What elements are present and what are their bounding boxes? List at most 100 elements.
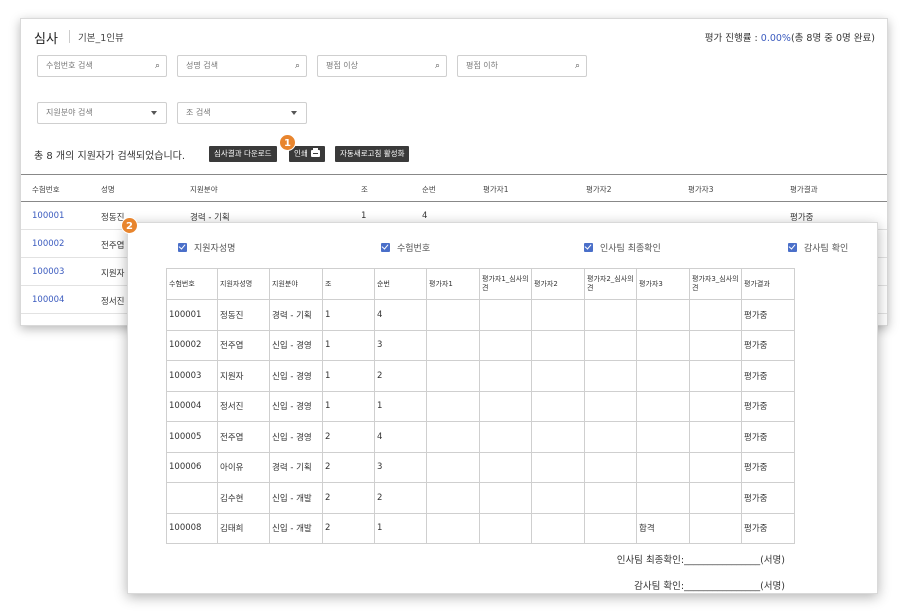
print-table-cell: 1 <box>322 390 375 422</box>
field-select[interactable]: 지원분야 검색 <box>37 102 167 124</box>
print-preview-panel: 지원자성명 수험번호 인사팀 최종확인 감사팀 확인 수험번호 지원자성명 지원… <box>127 222 878 594</box>
col-evaluator3[interactable]: 평가자3 <box>688 184 713 195</box>
download-results-button[interactable]: 심사결과 다운로드 <box>209 146 277 162</box>
hr-signature-line: 인사팀 최종확인:________________(서명) <box>616 555 785 566</box>
print-table-cell: 평가중 <box>741 512 795 544</box>
print-table-cell <box>689 390 742 422</box>
group-select[interactable]: 조 검색 <box>177 102 307 124</box>
print-table-cell <box>479 482 532 514</box>
applicant-name: 지원자 <box>101 269 125 279</box>
print-table-cell: 신입 - 개발 <box>269 512 323 544</box>
checkbox-checked-icon[interactable] <box>381 243 390 252</box>
col-exam-no[interactable]: 수험번호 <box>32 184 60 195</box>
print-label: 인쇄 <box>294 149 308 158</box>
checkbox-applicant-name[interactable]: 지원자성명 <box>178 241 235 254</box>
search-icon[interactable]: ⌕ <box>155 56 160 76</box>
col-name[interactable]: 성명 <box>101 184 115 195</box>
auto-refresh-button[interactable]: 자동새로고침 활성화 <box>335 146 410 162</box>
print-table-cell: 100004 <box>166 390 218 422</box>
col-group[interactable]: 조 <box>361 184 368 195</box>
print-table-cell <box>531 299 585 331</box>
col-order[interactable]: 순번 <box>422 184 436 195</box>
print-table-cell: 100003 <box>166 360 218 392</box>
checkbox-hr-final[interactable]: 인사팀 최종확인 <box>584 241 661 254</box>
exam-no-link[interactable]: 100004 <box>32 295 64 305</box>
checkbox-checked-icon[interactable] <box>788 243 797 252</box>
print-table-cell: 전주엽 <box>217 329 270 361</box>
print-table-cell <box>426 482 480 514</box>
checkbox-label: 인사팀 최종확인 <box>600 244 661 254</box>
print-table-cell <box>636 299 690 331</box>
print-table-cell: 평가중 <box>741 329 795 361</box>
print-table-cell <box>531 390 585 422</box>
name-search-input[interactable]: 성명 검색 ⌕ <box>177 55 307 77</box>
print-button[interactable]: 인쇄 <box>289 146 325 162</box>
print-table-row: 100001 정동진 경력 - 기획 1 4 평가중 <box>166 299 795 331</box>
print-table-cell: 4 <box>374 421 427 453</box>
print-table-cell: 2 <box>322 421 375 453</box>
exam-no-link[interactable]: 100001 <box>32 211 64 221</box>
print-table-cell: 평가중 <box>741 421 795 453</box>
print-table-cell <box>584 421 637 453</box>
checkbox-label: 감사팀 확인 <box>804 244 849 254</box>
result-count: 총 8 개의 지원자가 검색되었습니다. <box>34 151 186 162</box>
print-table-cell: 1 <box>322 329 375 361</box>
search-icon[interactable]: ⌕ <box>295 56 300 76</box>
print-table-cell: 김수현 <box>217 482 270 514</box>
print-table-cell: 1 <box>322 299 375 331</box>
print-table-cell <box>584 451 637 483</box>
print-table-cell <box>689 360 742 392</box>
print-table-cell <box>636 329 690 361</box>
score-min-input[interactable]: 평점 이상 ⌕ <box>317 55 447 77</box>
print-table-cell <box>426 390 480 422</box>
col-field[interactable]: 지원분야 <box>190 184 218 195</box>
print-table-cell: 2 <box>374 482 427 514</box>
col-group: 조 <box>322 268 375 300</box>
print-table-cell <box>584 390 637 422</box>
col-result[interactable]: 평가결과 <box>790 184 818 195</box>
search-icon[interactable]: ⌕ <box>575 56 580 76</box>
col-evaluator2[interactable]: 평가자2 <box>586 184 611 195</box>
col-evaluator3-opinion: 평가자3_심사의견 <box>689 268 742 300</box>
print-table-cell: 경력 - 기획 <box>269 299 323 331</box>
col-result: 평가결과 <box>741 268 795 300</box>
checkbox-checked-icon[interactable] <box>584 243 593 252</box>
view-name: 기본_1인뷰 <box>78 33 124 44</box>
print-table-cell: 100005 <box>166 421 218 453</box>
print-table-cell: 지원자 <box>217 360 270 392</box>
applicant-name: 정서진 <box>101 297 125 307</box>
print-table-cell <box>426 299 480 331</box>
print-table-cell <box>636 390 690 422</box>
print-table-cell: 2 <box>374 360 427 392</box>
print-table-cell <box>689 299 742 331</box>
checkbox-label: 수험번호 <box>397 244 431 254</box>
score-max-placeholder: 평점 이하 <box>466 61 498 70</box>
exam-no-link[interactable]: 100002 <box>32 239 64 249</box>
score-max-input[interactable]: 평점 이하 ⌕ <box>457 55 587 77</box>
col-exam-no: 수험번호 <box>166 268 218 300</box>
progress-label: 평가 진행률 : <box>704 33 758 44</box>
search-icon[interactable]: ⌕ <box>435 56 440 76</box>
print-table-cell <box>426 421 480 453</box>
print-table-cell <box>584 512 637 544</box>
checkbox-checked-icon[interactable] <box>178 243 187 252</box>
print-table-cell: 1 <box>374 390 427 422</box>
score-min-placeholder: 평점 이상 <box>326 61 358 70</box>
print-table-cell <box>584 482 637 514</box>
exam-no-link[interactable]: 100003 <box>32 267 64 277</box>
col-evaluator1[interactable]: 평가자1 <box>483 184 508 195</box>
print-table-cell <box>479 421 532 453</box>
print-table-row: 김수현 신입 - 개발 2 2 평가중 <box>166 482 795 514</box>
checkbox-exam-no[interactable]: 수험번호 <box>381 241 430 254</box>
print-table-cell <box>426 451 480 483</box>
print-table-cell: 2 <box>322 451 375 483</box>
exam-no-search-input[interactable]: 수험번호 검색 ⌕ <box>37 55 167 77</box>
col-field: 지원분야 <box>269 268 323 300</box>
exam-no-placeholder: 수험번호 검색 <box>46 61 93 70</box>
page-title: 심사 <box>34 32 58 47</box>
print-table-cell <box>689 451 742 483</box>
col-order: 순번 <box>374 268 427 300</box>
print-table-cell: 평가중 <box>741 482 795 514</box>
checkbox-audit[interactable]: 감사팀 확인 <box>788 241 848 254</box>
print-table-cell: 평가중 <box>741 390 795 422</box>
